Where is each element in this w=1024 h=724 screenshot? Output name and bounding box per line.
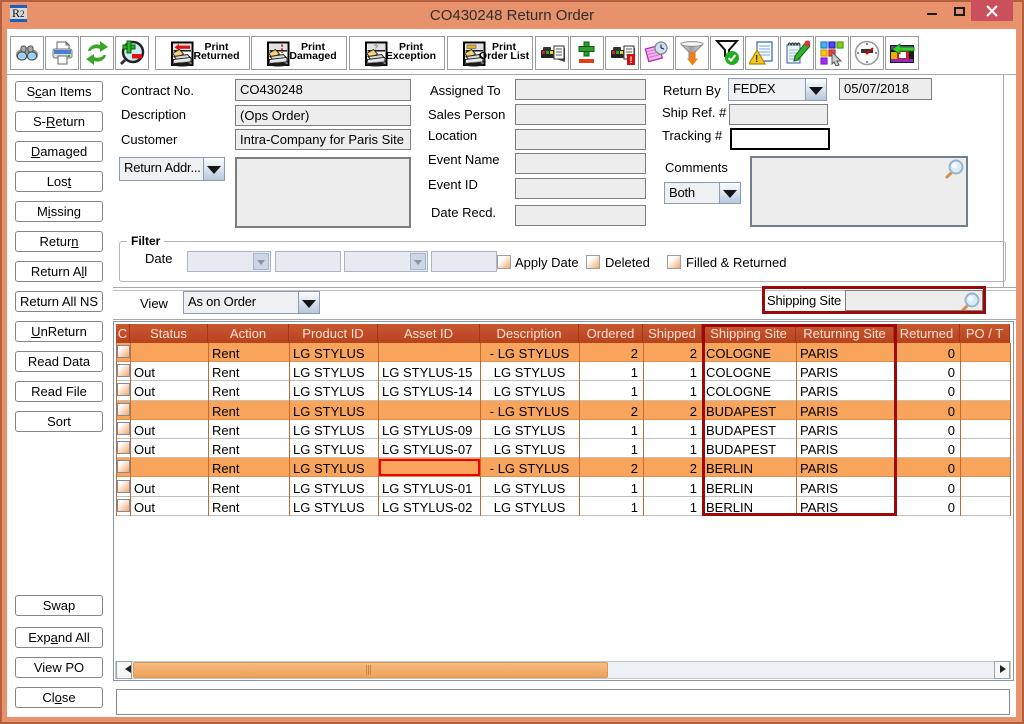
- svg-text:!: !: [755, 54, 758, 65]
- svg-text:!: !: [630, 55, 633, 65]
